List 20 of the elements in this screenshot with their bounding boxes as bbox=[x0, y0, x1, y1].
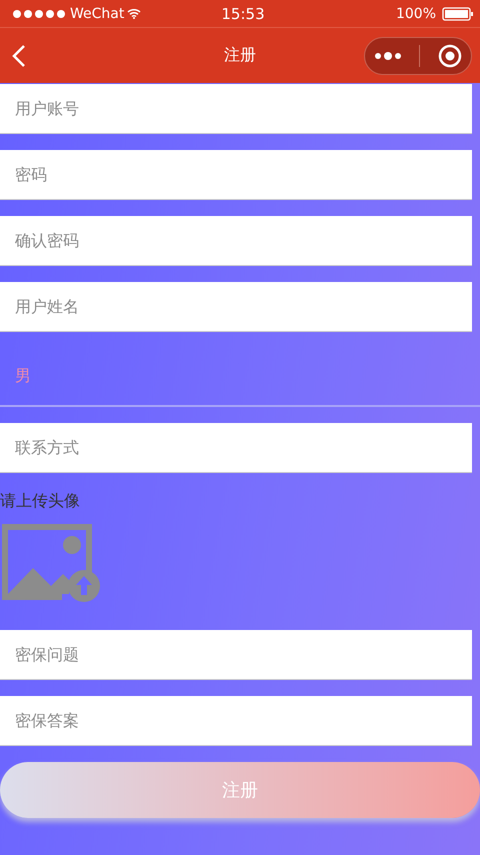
input-field[interactable]: 联系方式 bbox=[0, 423, 472, 473]
input-field[interactable]: 密保答案 bbox=[0, 696, 472, 746]
carrier-name: WeChat bbox=[70, 6, 124, 22]
battery-percent: 100% bbox=[396, 6, 436, 22]
input-field[interactable]: 用户账号 bbox=[0, 84, 472, 134]
input-field[interactable]: 密码 bbox=[0, 150, 472, 200]
more-icon[interactable] bbox=[374, 50, 402, 60]
gender-picker[interactable]: 男 bbox=[0, 332, 480, 407]
back-button[interactable] bbox=[12, 44, 26, 68]
input-field[interactable]: 确认密码 bbox=[0, 216, 472, 266]
upload-label: 请上传头像 bbox=[0, 491, 80, 512]
input-field[interactable]: 密保问题 bbox=[0, 630, 472, 680]
input-field[interactable]: 用户姓名 bbox=[0, 282, 472, 332]
register-button[interactable]: 注册 bbox=[0, 762, 480, 818]
battery-icon bbox=[442, 6, 474, 20]
capsule-menu[interactable] bbox=[364, 36, 472, 74]
clock-time: 15:53 bbox=[221, 4, 265, 22]
wifi-icon bbox=[127, 8, 142, 19]
page-title: 注册 bbox=[224, 45, 256, 66]
signal-icon bbox=[12, 8, 67, 18]
